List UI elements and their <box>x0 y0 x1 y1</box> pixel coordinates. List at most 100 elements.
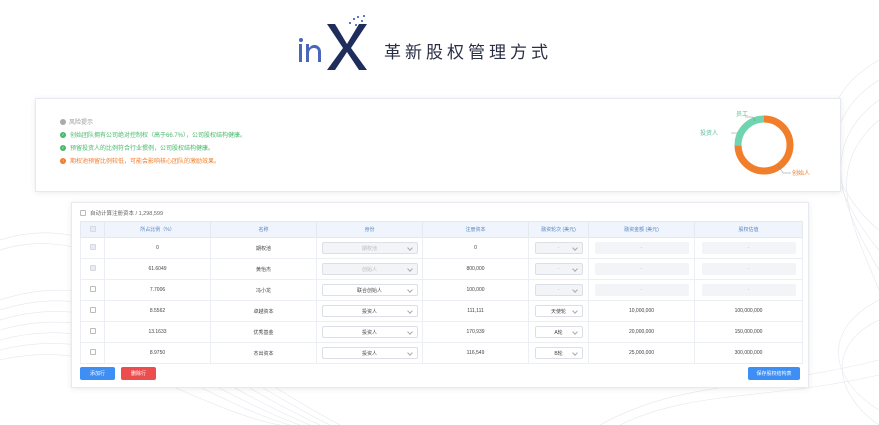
round-select[interactable]: - <box>534 242 583 254</box>
name-cell: 期权池 <box>210 237 317 259</box>
select-all-checkbox[interactable] <box>89 225 96 232</box>
chevron-down-icon <box>406 350 413 356</box>
role-select[interactable]: 联合创始人 <box>321 284 418 296</box>
risk-panel: 风险提示 ✓ 创始团队拥有公司绝对控制权（高于66.7%），公司股权结构健康。 … <box>35 98 841 192</box>
table-row: 61.6049 黄怡杰 创始人 800,000- - - <box>80 258 803 280</box>
name-cell: 优秀基金 <box>210 321 317 343</box>
role-select[interactable]: 投资人 <box>321 305 418 317</box>
amount-input[interactable]: 25,000,000 <box>629 350 654 356</box>
round-cell: - <box>528 279 589 301</box>
header-capital: 注册资本 <box>422 221 529 238</box>
role-cell: 创始人 <box>316 258 423 280</box>
role-cell: 投资人 <box>316 342 423 364</box>
row-checkbox[interactable] <box>89 349 96 355</box>
amount-input[interactable]: - <box>594 284 689 296</box>
chevron-down-icon <box>406 329 413 335</box>
valuation-cell: - <box>694 237 803 259</box>
round-select[interactable]: - <box>534 284 583 296</box>
valuation-input[interactable]: 300,000,000 <box>735 350 763 356</box>
chevron-down-icon <box>571 287 578 293</box>
valuation-input[interactable]: - <box>701 284 796 296</box>
chevron-down-icon <box>571 245 578 251</box>
header-amount: 融资金额 (美元) <box>588 221 695 238</box>
round-cell: - <box>528 258 589 280</box>
header-name: 名称 <box>210 221 317 238</box>
role-select[interactable]: 创始人 <box>321 263 418 275</box>
amount-input[interactable]: 10,000,000 <box>629 308 654 314</box>
role-select[interactable]: 投资人 <box>321 347 418 359</box>
capital-cell: 111,111 <box>422 300 529 322</box>
row-select-cell <box>80 321 105 343</box>
round-select[interactable]: 天使轮 <box>534 305 583 317</box>
round-select[interactable]: - <box>534 263 583 275</box>
row-checkbox[interactable] <box>89 265 96 271</box>
delete-row-button[interactable]: 删除行 <box>121 367 156 380</box>
role-cell: 期权池 <box>316 237 423 259</box>
valuation-cell: 300,000,000 <box>694 342 803 364</box>
header-select <box>80 221 105 238</box>
chevron-down-icon <box>406 308 413 314</box>
chevron-down-icon <box>406 266 413 272</box>
amount-cell: - <box>588 237 695 259</box>
row-select-cell <box>80 342 105 364</box>
round-cell: A轮 <box>528 321 589 343</box>
table-row: 8.5562 卓越资本 投资人 111,111 天使轮 10,000,000 100,000… <box>80 300 803 322</box>
equity-donut-chart: 员工 投资人 创始人 <box>700 111 810 177</box>
header-role: 身份 <box>316 221 423 238</box>
header-valuation: 股权估值 <box>694 221 803 238</box>
ratio-cell: 7.7006 <box>104 279 211 301</box>
capital-cell: 170,939 <box>422 321 529 343</box>
table-row: 7.7006 冯小龙 联合创始人 100,000- - - <box>80 279 803 301</box>
name-cell: 黄怡杰 <box>210 258 317 280</box>
ratio-cell: 8.9750 <box>104 342 211 364</box>
valuation-input[interactable]: 150,000,000 <box>735 329 763 335</box>
risk-item: ! 期权池预留比例较低，可能会影响核心团队的激励效果。 <box>60 156 220 165</box>
role-select[interactable]: 投资人 <box>321 326 418 338</box>
name-cell: 冯小龙 <box>210 279 317 301</box>
valuation-cell: 150,000,000 <box>694 321 803 343</box>
table-row: 8.9750 杰出资本 投资人 116,549 B轮 25,000,000 300,000,… <box>80 342 803 364</box>
capital-cell: 0 <box>422 237 529 259</box>
row-checkbox[interactable] <box>89 286 96 292</box>
round-cell: - <box>528 237 589 259</box>
valuation-input[interactable]: - <box>701 263 796 275</box>
row-select-cell <box>80 258 105 280</box>
row-checkbox[interactable] <box>89 328 96 334</box>
valuation-input[interactable]: 100,000,000 <box>735 308 763 314</box>
amount-cell: 10,000,000 <box>588 300 695 322</box>
capital-cell: 116,549 <box>422 342 529 364</box>
round-select[interactable]: B轮 <box>534 347 583 359</box>
ratio-cell: 0 <box>104 237 211 259</box>
chevron-down-icon <box>571 266 578 272</box>
auto-calc-option[interactable]: 自动计算注册资本 / 1,298,599 <box>80 209 163 217</box>
add-row-button[interactable]: 添加行 <box>80 367 115 380</box>
valuation-input[interactable]: - <box>701 242 796 254</box>
table-row: 13.1633 优秀基金 投资人 170,939 A轮 20,000,000 150,000… <box>80 321 803 343</box>
capital-cell: 800,000 <box>422 258 529 280</box>
amount-input[interactable]: - <box>594 242 689 254</box>
role-select[interactable]: 期权池 <box>321 242 418 254</box>
amount-input[interactable]: 20,000,000 <box>629 329 654 335</box>
round-select[interactable]: A轮 <box>534 326 583 338</box>
valuation-cell: - <box>694 258 803 280</box>
chevron-down-icon <box>571 308 578 314</box>
valuation-cell: - <box>694 279 803 301</box>
amount-input[interactable]: - <box>594 263 689 275</box>
row-checkbox[interactable] <box>89 244 96 250</box>
chevron-down-icon <box>406 245 413 251</box>
donut-label-founder: 创始人 <box>792 169 810 177</box>
capital-cell: 100,000 <box>422 279 529 301</box>
inx-logo <box>299 15 367 70</box>
auto-calc-checkbox[interactable] <box>80 210 86 216</box>
ratio-cell: 61.6049 <box>104 258 211 280</box>
header-ratio: 所占比例（%） <box>104 221 211 238</box>
amount-cell: 25,000,000 <box>588 342 695 364</box>
table-row: 0 期权池 期权池 0- - - <box>80 237 803 259</box>
amount-cell: 20,000,000 <box>588 321 695 343</box>
page-title: 革新股权管理方式 <box>384 43 552 63</box>
warning-icon: ! <box>60 157 66 164</box>
role-cell: 联合创始人 <box>316 279 423 301</box>
row-checkbox[interactable] <box>89 307 96 313</box>
save-equity-table-button[interactable]: 保存股权结构表 <box>748 367 800 380</box>
chevron-down-icon <box>571 329 578 335</box>
